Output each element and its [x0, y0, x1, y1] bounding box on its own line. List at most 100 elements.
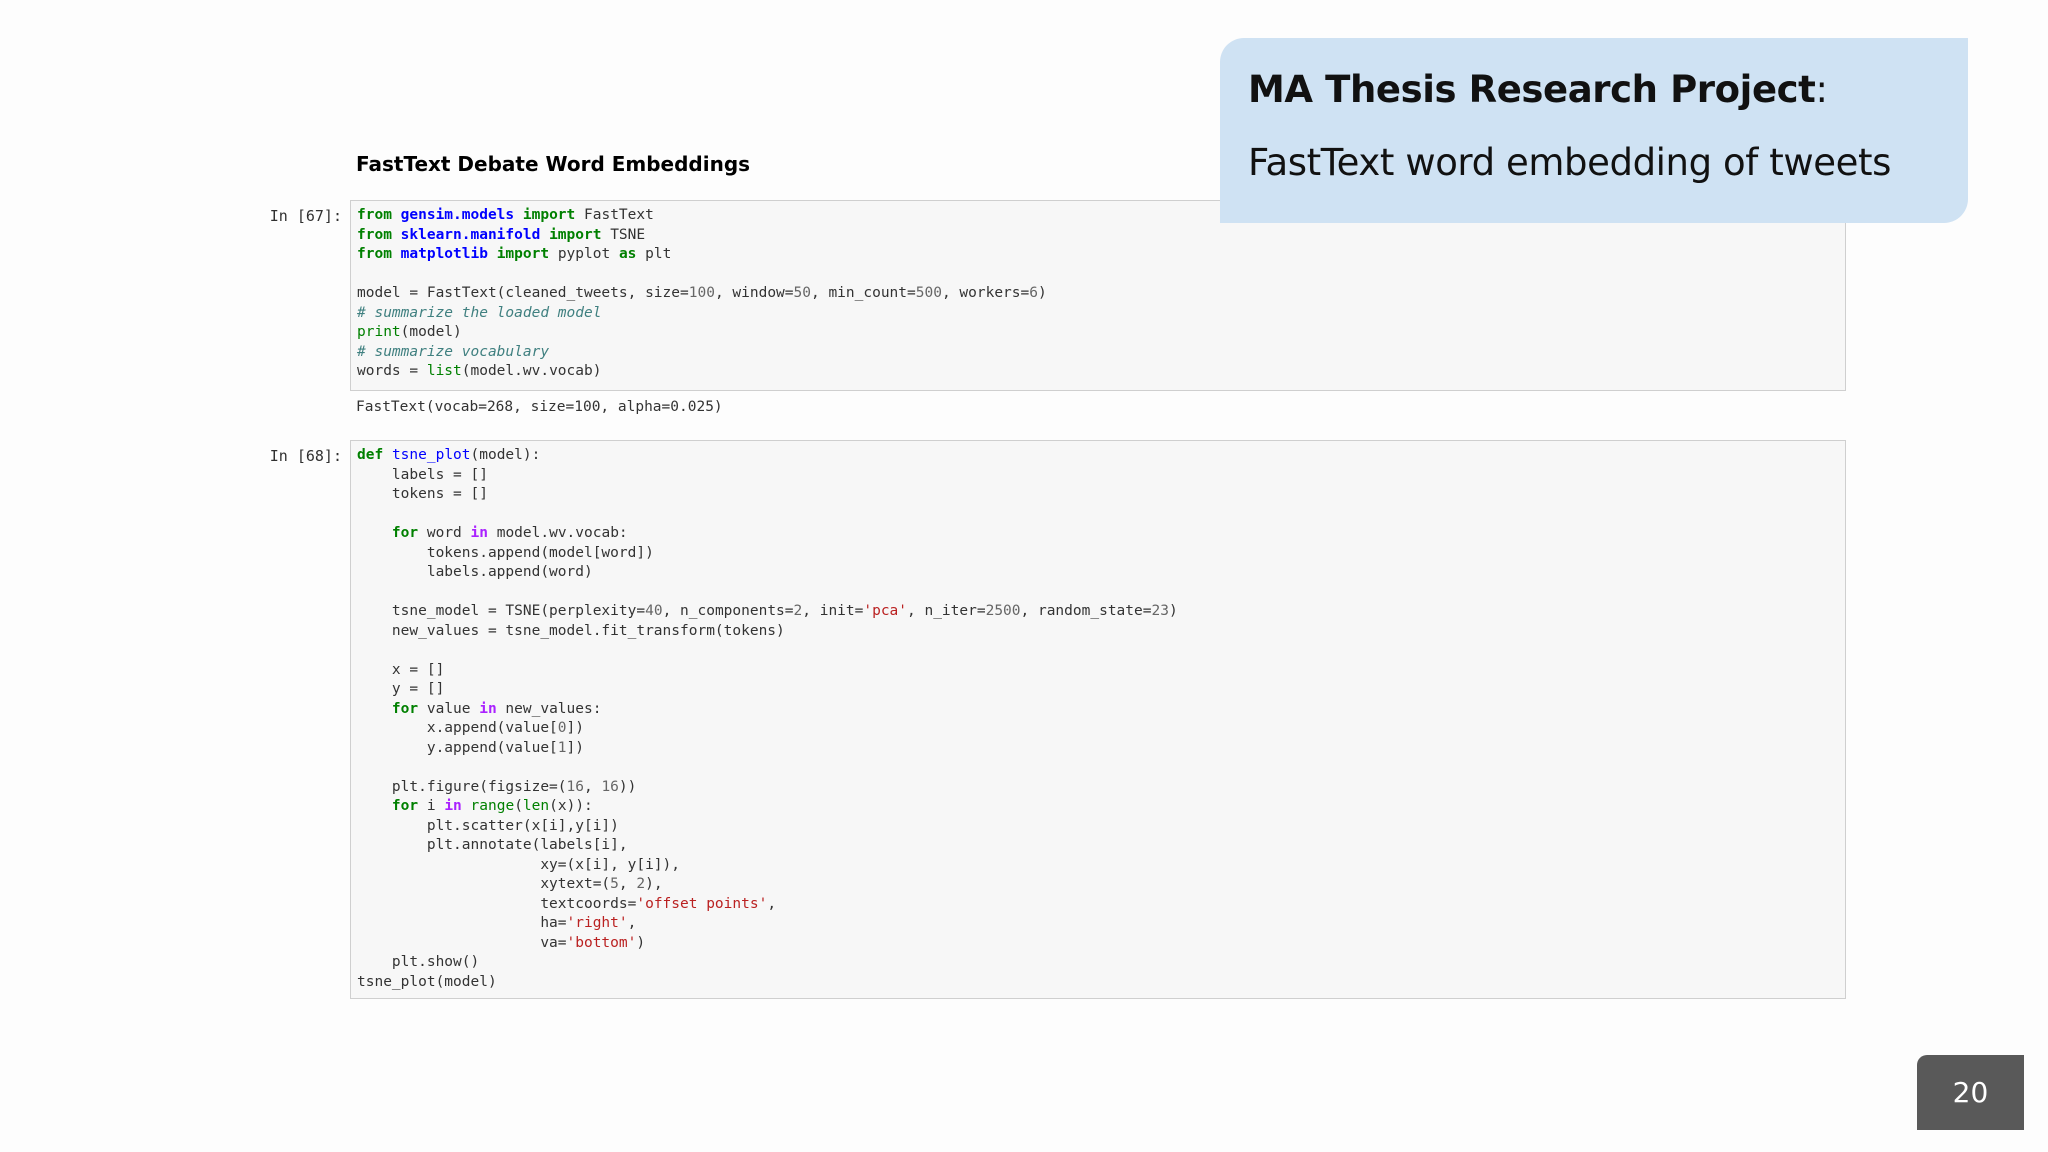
code-line: xytext=(5, 2), [357, 875, 1839, 895]
slide-title-text: MA Thesis Research Project [1248, 68, 1816, 111]
code-cell-67[interactable]: from gensim.models import FastText from s… [350, 200, 1846, 391]
code-token: )) [618, 778, 637, 795]
code-token: def [357, 447, 384, 463]
slide-title-colon: : [1815, 68, 1828, 111]
code-token: 'bottom' [566, 934, 637, 951]
code-line: for value in new_values: [357, 700, 1839, 720]
slide-title-box: MA Thesis Research Project: FastText wor… [1220, 38, 1968, 223]
code-token: 2500 [985, 603, 1021, 619]
code-token: for [391, 798, 419, 814]
code-token: import [522, 207, 576, 223]
code-token: , [618, 876, 637, 892]
code-token: , init= [802, 603, 864, 619]
code-token: words = [357, 363, 427, 379]
code-token: labels.append(word) [357, 564, 593, 580]
code-token: plt [636, 246, 672, 262]
code-token: i [418, 798, 445, 814]
code-cell-68[interactable]: def tsne_plot(model): labels = [] tokens… [350, 440, 1846, 999]
code-token: tsne_plot [391, 447, 471, 463]
code-token: ) [1038, 285, 1047, 301]
code-token: FastText [575, 207, 654, 223]
code-token: word [418, 525, 471, 541]
code-token: 40 [645, 603, 663, 619]
code-token: ) [636, 934, 646, 951]
code-token: in [470, 525, 488, 541]
notebook-heading: FastText Debate Word Embeddings [356, 152, 751, 176]
code-token: print [357, 324, 401, 340]
code-token: ), [645, 876, 663, 892]
page-number: 20 [1917, 1055, 2024, 1130]
code-line: def tsne_plot(model): [357, 446, 1839, 466]
code-token: textcoords= [357, 895, 637, 912]
code-line: tokens.append(model[word]) [357, 544, 1839, 564]
code-line: y.append(value[1]) [357, 739, 1839, 759]
code-token: model = FastText(cleaned_tweets, size= [357, 285, 689, 301]
code-token: , [627, 915, 637, 931]
code-token: tokens.append(model[word]) [357, 544, 654, 561]
code-token: matplotlib [400, 246, 488, 262]
code-token: , [767, 895, 777, 912]
code-token: y = [] [357, 681, 445, 697]
code-token: as [618, 246, 637, 262]
code-line: x = [] [357, 661, 1839, 681]
code-token: pyplot [549, 246, 619, 262]
code-token: 'offset points' [636, 895, 768, 912]
code-token: ]) [566, 720, 584, 736]
code-token: 'right' [566, 915, 628, 931]
code-token: from [357, 246, 392, 262]
code-line: # summarize vocabulary [357, 343, 1839, 363]
code-token: tokens = [] [357, 486, 488, 502]
code-token: labels = [] [357, 466, 488, 483]
code-token: 50 [793, 285, 811, 301]
code-token: # summarize the loaded model [357, 304, 602, 321]
code-token: xy=(x[i], y[i]), [357, 856, 681, 873]
code-line: xy=(x[i], y[i]), [357, 856, 1839, 876]
code-token: for [391, 525, 419, 541]
code-token: y.append(value[ [357, 739, 558, 756]
code-token: x = [] [357, 661, 445, 678]
code-token: len [522, 798, 550, 814]
code-token: in [479, 700, 497, 717]
code-token: ) [1168, 603, 1178, 619]
code-line: plt.scatter(x[i],y[i]) [357, 817, 1839, 837]
code-token: va= [357, 934, 567, 951]
code-token: plt.scatter(x[i],y[i]) [357, 817, 619, 834]
code-token: range [470, 798, 515, 814]
code-token: ]) [566, 739, 584, 756]
code-token: model.wv.vocab: [487, 525, 628, 541]
code-line: tokens = [] [357, 485, 1839, 505]
code-line: from matplotlib import pyplot as plt [357, 245, 1839, 265]
code-line: words = list(model.wv.vocab) [357, 362, 1839, 382]
code-line: model = FastText(cleaned_tweets, size=10… [357, 284, 1839, 304]
code-line: from sklearn.manifold import TSNE [357, 226, 1839, 246]
cell-prompt-67: In [67]: [269, 207, 342, 225]
code-line: new_values = tsne_model.fit_transform(to… [357, 622, 1839, 642]
code-token: tsne_plot(model) [357, 973, 497, 990]
code-token: 16 [566, 778, 584, 795]
code-token: x.append(value[ [357, 720, 558, 736]
code-token: import [549, 226, 602, 243]
code-token: from [357, 226, 392, 243]
code-token: 'pca' [863, 603, 908, 619]
code-line: ha='right', [357, 914, 1839, 934]
code-token: plt.show() [357, 954, 480, 970]
code-line: # summarize the loaded model [357, 304, 1839, 324]
code-line: tsne_plot(model) [357, 973, 1839, 993]
cell-output-67: FastText(vocab=268, size=100, alpha=0.02… [356, 399, 723, 415]
code-line: va='bottom') [357, 934, 1839, 954]
code-token: , [583, 778, 602, 795]
code-token: TSNE [601, 226, 646, 243]
code-line: for i in range(len(x)): [357, 797, 1839, 817]
code-token: (model.wv.vocab) [461, 363, 602, 379]
code-token: , window= [714, 285, 794, 301]
code-token: 0 [557, 720, 567, 736]
